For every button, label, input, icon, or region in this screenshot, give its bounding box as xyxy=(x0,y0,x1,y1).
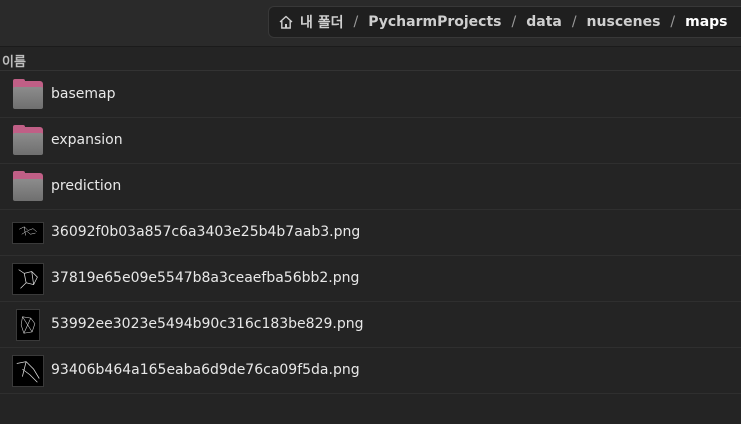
file-name: basemap xyxy=(51,86,116,102)
file-name: prediction xyxy=(51,178,122,194)
breadcrumb-label: 내 폴더 xyxy=(300,15,344,31)
file-row-image-4[interactable]: 93406b464a165eaba6d9de76ca09f5da.png xyxy=(0,348,741,394)
file-row-prediction[interactable]: prediction xyxy=(0,164,741,210)
column-header-label: 이름 xyxy=(2,55,26,70)
folder-icon xyxy=(12,125,44,157)
file-row-image-2[interactable]: 37819e65e09e5547b8a3ceaefba56bb2.png xyxy=(0,256,741,302)
breadcrumb-separator: / xyxy=(511,14,517,30)
breadcrumb-separator: / xyxy=(571,14,577,30)
column-header-name[interactable]: 이름 xyxy=(0,47,741,71)
file-row-image-3[interactable]: 53992ee3023e5494b90c316c183be829.png xyxy=(0,302,741,348)
map-thumbnail-icon xyxy=(12,355,44,387)
folder-icon xyxy=(12,79,44,111)
file-name: 53992ee3023e5494b90c316c183be829.png xyxy=(51,316,364,332)
map-thumbnail-icon xyxy=(12,263,44,295)
file-name: 36092f0b03a857c6a3403e25b4b7aab3.png xyxy=(51,224,361,240)
breadcrumb-data[interactable]: data xyxy=(525,14,563,30)
header-bar: 내 폴더 / PycharmProjects / data / nuscenes… xyxy=(0,0,741,47)
folder-icon xyxy=(12,171,44,203)
path-bar[interactable]: 내 폴더 / PycharmProjects / data / nuscenes… xyxy=(268,6,741,38)
file-manager-window: 내 폴더 / PycharmProjects / data / nuscenes… xyxy=(0,0,741,424)
file-name: 37819e65e09e5547b8a3ceaefba56bb2.png xyxy=(51,270,360,286)
home-icon xyxy=(279,15,293,29)
map-thumbnail-icon xyxy=(16,309,40,341)
breadcrumb-maps[interactable]: maps xyxy=(684,14,728,30)
file-name: 93406b464a165eaba6d9de76ca09f5da.png xyxy=(51,362,360,378)
breadcrumb-separator: / xyxy=(670,14,676,30)
breadcrumb-pycharmprojects[interactable]: PycharmProjects xyxy=(367,14,502,30)
breadcrumb-nuscenes[interactable]: nuscenes xyxy=(586,14,662,30)
breadcrumb-home[interactable]: 내 폴더 xyxy=(277,12,345,32)
file-name: expansion xyxy=(51,132,123,148)
file-row-image-1[interactable]: 36092f0b03a857c6a3403e25b4b7aab3.png xyxy=(0,210,741,256)
map-thumbnail-icon xyxy=(12,222,44,244)
file-list: basemap expansion prediction 36092f0b03a… xyxy=(0,72,741,394)
file-row-basemap[interactable]: basemap xyxy=(0,72,741,118)
breadcrumb-separator: / xyxy=(353,14,359,30)
file-row-expansion[interactable]: expansion xyxy=(0,118,741,164)
